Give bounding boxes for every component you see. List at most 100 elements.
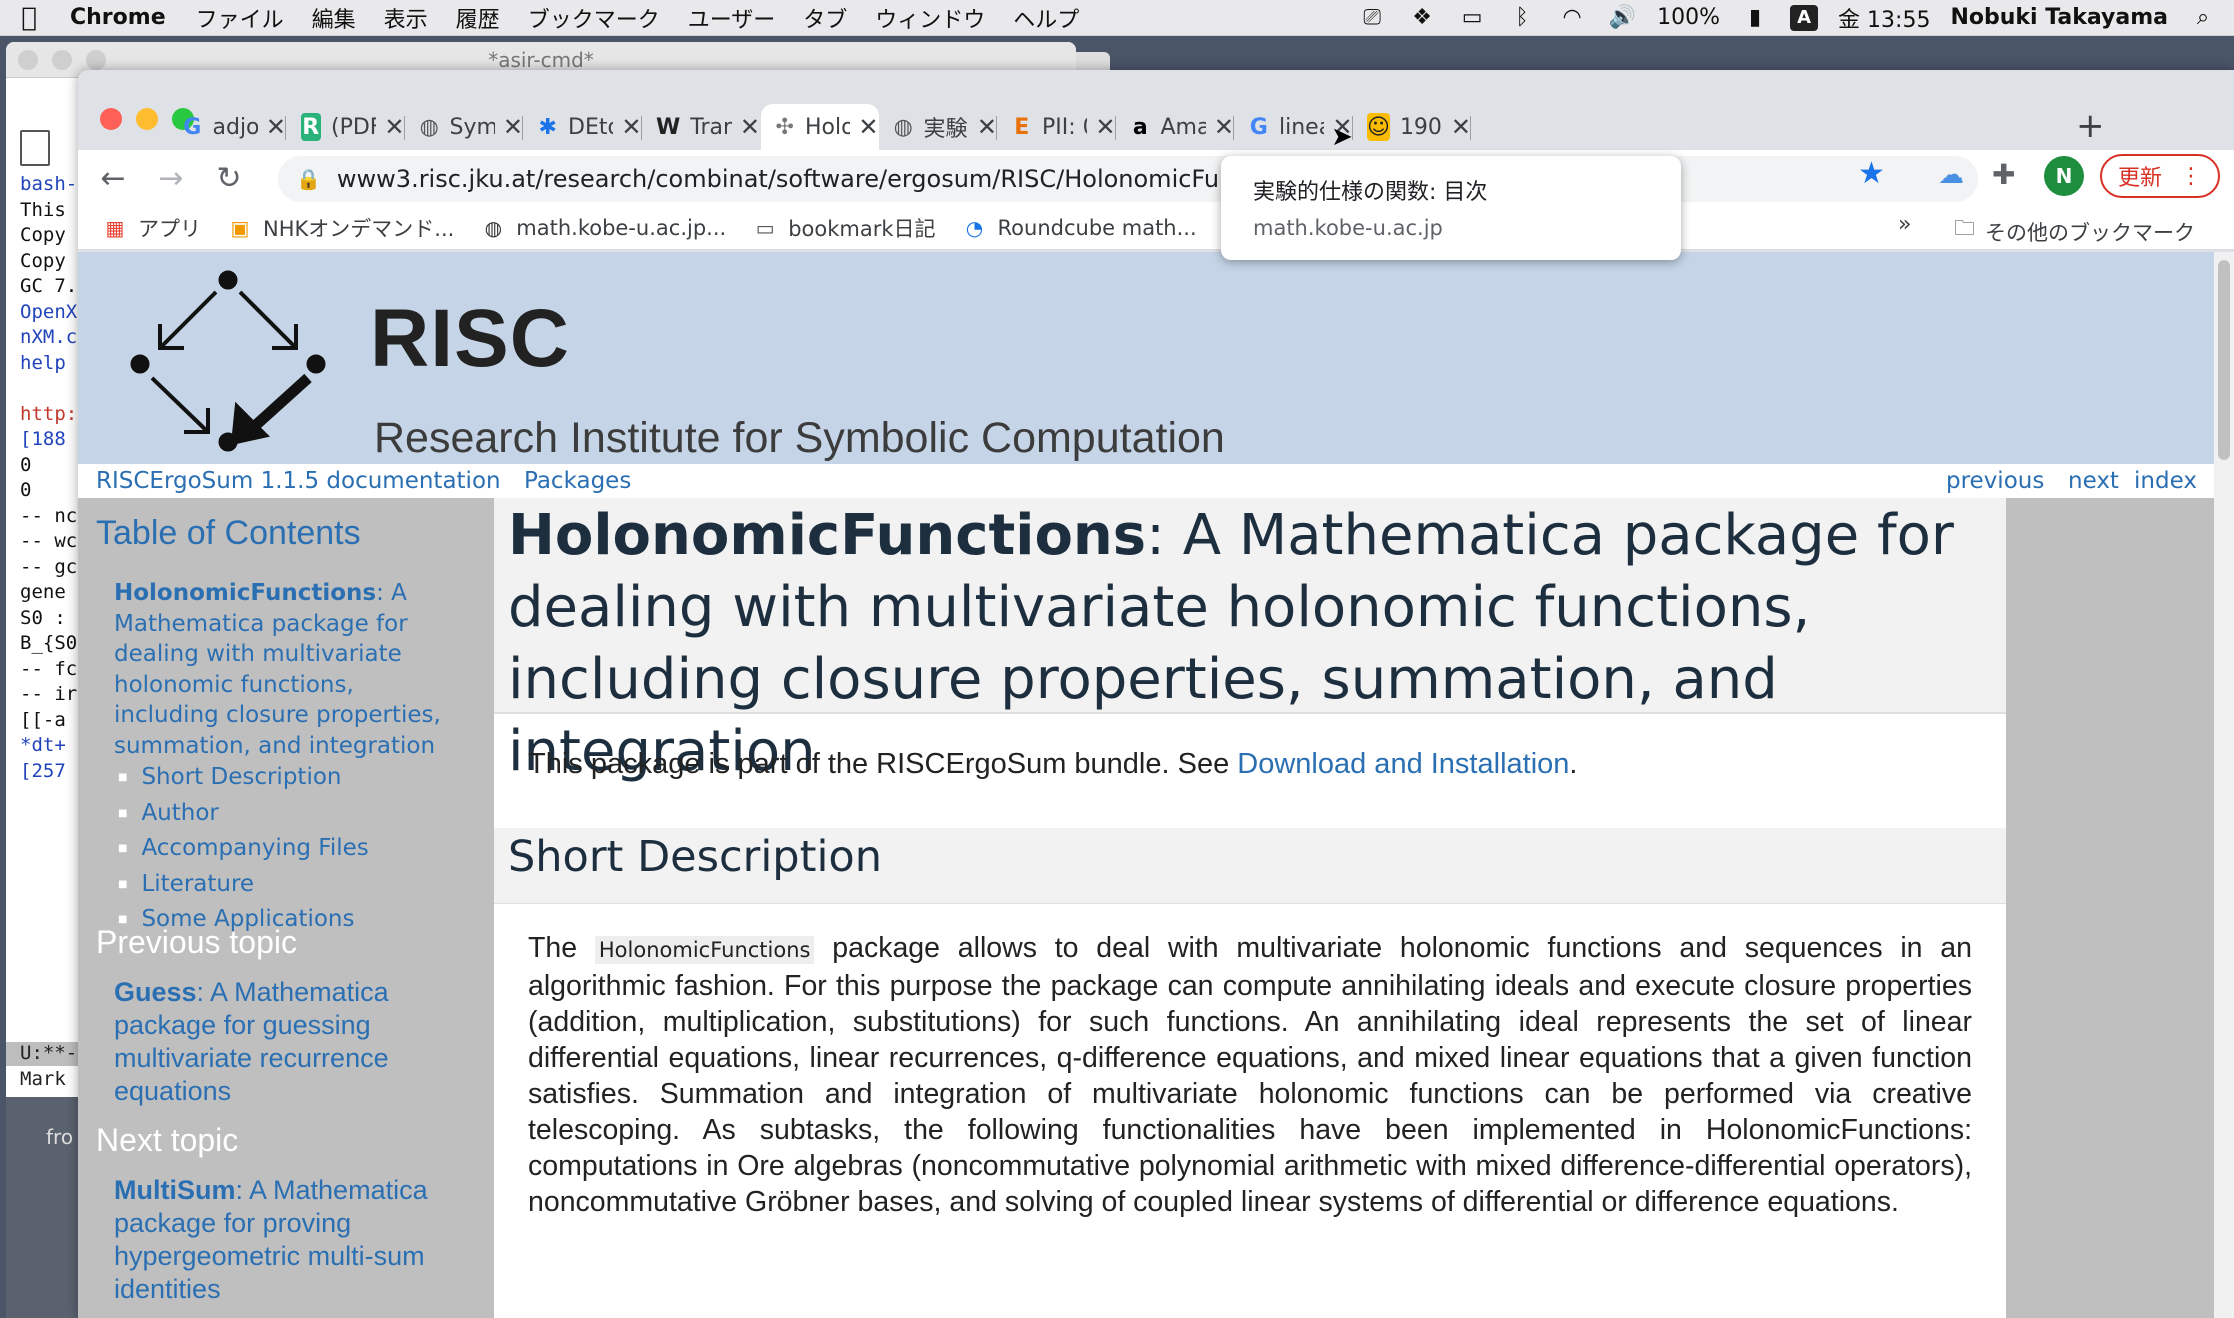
- battery-icon[interactable]: ▮: [1740, 5, 1770, 30]
- tab-10[interactable]: ☺ 1903 ✕: [1353, 104, 1471, 150]
- bookmark-4[interactable]: ◔ Roundcube math...: [962, 216, 1197, 240]
- toc-main-bold: HolonomicFunctions: [114, 580, 377, 606]
- update-button[interactable]: 更新 ⋮: [2100, 154, 2220, 198]
- description-paragraph: The HolonomicFunctions package allows to…: [528, 930, 1972, 1220]
- bookmark-1[interactable]: ▣ NHKオンデマンド...: [227, 213, 455, 243]
- new-tab-button[interactable]: +: [2076, 106, 2105, 146]
- bookmark-star-icon[interactable]: ★: [1858, 156, 1885, 191]
- previous-link[interactable]: previous: [1946, 468, 2044, 494]
- bookmark-2[interactable]: ◍ math.kobe-u.ac.jp...: [480, 216, 727, 240]
- scrollbar-thumb[interactable]: [2218, 260, 2230, 460]
- app-menu-chrome[interactable]: Chrome: [70, 5, 166, 30]
- previous-topic-heading: Previous topic: [96, 924, 297, 960]
- lock-icon[interactable]: 🔒: [296, 167, 321, 191]
- download-installation-link[interactable]: Download and Installation: [1237, 748, 1569, 780]
- menu-user[interactable]: ユーザー: [688, 2, 776, 34]
- bookmark-0[interactable]: ▦ アプリ: [102, 213, 201, 243]
- tab-close-icon[interactable]: ✕: [977, 113, 997, 141]
- terminal-line: 0: [20, 453, 32, 476]
- tab-8[interactable]: a Amaz ✕: [1116, 104, 1234, 150]
- back-button[interactable]: ←: [90, 155, 136, 201]
- tab-5[interactable]: ✣ Holon ✕: [760, 104, 879, 150]
- bluetooth-icon[interactable]: ᛒ: [1507, 5, 1537, 30]
- kebab-menu-icon[interactable]: ⋮: [2180, 164, 2202, 189]
- tab-close-icon[interactable]: ✕: [1451, 113, 1471, 141]
- display-icon[interactable]: ▭: [1457, 5, 1487, 30]
- emacs-minibuffer: Mark: [20, 1068, 66, 1090]
- dropbox-icon[interactable]: ❖: [1407, 5, 1437, 30]
- reload-button[interactable]: ↻: [206, 155, 252, 201]
- profile-avatar[interactable]: N: [2044, 156, 2084, 196]
- tab-close-icon[interactable]: ✕: [1095, 113, 1115, 141]
- menu-bookmarks[interactable]: ブックマーク: [528, 2, 660, 34]
- toc-item-literature[interactable]: Literature: [118, 869, 369, 905]
- terminal-line: *dt+: [20, 734, 66, 756]
- next-topic-link[interactable]: MultiSum: A Mathematica package for prov…: [114, 1174, 464, 1306]
- doc-home-link[interactable]: RISCErgoSum 1.1.5 documentation: [96, 468, 501, 494]
- extensions-puzzle-icon[interactable]: ✚: [1992, 158, 2015, 191]
- terminal-text[interactable]: bash- This Copy Copy GC 7. OpenX nXM.c help htt…: [6, 172, 86, 784]
- wifi-icon[interactable]: ◠: [1557, 5, 1587, 30]
- risc-logo-icon[interactable]: [128, 266, 328, 454]
- menu-history[interactable]: 履歴: [456, 2, 500, 34]
- menu-edit[interactable]: 編集: [312, 2, 356, 34]
- menu-tab[interactable]: タブ: [803, 2, 847, 34]
- next-link[interactable]: next: [2068, 468, 2119, 494]
- mouse-cursor-icon: ➤: [1331, 122, 1353, 152]
- terminal-line: GC 7.: [20, 275, 78, 297]
- input-method-icon[interactable]: A: [1790, 4, 1819, 31]
- tab-2[interactable]: ◍ Symb ✕: [405, 104, 523, 150]
- tab-close-icon[interactable]: ✕: [266, 113, 286, 141]
- packages-link[interactable]: Packages: [524, 468, 631, 494]
- menu-help[interactable]: ヘルプ: [1013, 2, 1079, 34]
- forward-button[interactable]: →: [148, 155, 194, 201]
- url-text[interactable]: www3.risc.jku.at/research/combinat/softw…: [337, 165, 1278, 193]
- apple-icon[interactable]: : [4, 3, 54, 33]
- sidebar: Table of Contents HolonomicFunctions: A …: [78, 498, 494, 1318]
- index-link[interactable]: index: [2134, 468, 2197, 494]
- tab-6[interactable]: ◍ 実験的 ✕: [879, 104, 997, 150]
- tab-3[interactable]: ✱ DEto ✕: [524, 104, 642, 150]
- spotlight-search-icon[interactable]: ⌕: [2188, 5, 2218, 30]
- document-icon[interactable]: [20, 130, 50, 166]
- address-bar[interactable]: 🔒 www3.risc.jku.at/research/combinat/sof…: [278, 156, 1978, 202]
- menu-view[interactable]: 表示: [384, 2, 428, 34]
- menu-window[interactable]: ウィンドウ: [875, 2, 985, 34]
- toc-item-author[interactable]: Author: [118, 798, 369, 834]
- tab-close-icon[interactable]: ✕: [503, 113, 523, 141]
- cloud-extension-icon[interactable]: ☁: [1938, 160, 1964, 190]
- page-scrollbar[interactable]: [2214, 252, 2234, 1318]
- menu-file[interactable]: ファイル: [196, 2, 284, 34]
- screen-record-icon[interactable]: ⎚: [1357, 5, 1387, 30]
- terminal-line: B_{S0: [20, 632, 78, 654]
- para-start: The: [528, 932, 595, 964]
- bookmark-icon: ▦: [105, 215, 125, 240]
- tab-1[interactable]: R (PDF) ✕: [287, 104, 405, 150]
- tab-0[interactable]: Gadjoin ✕: [168, 104, 286, 150]
- web-page: RISC Research Institute for Symbolic Com…: [78, 252, 2234, 1318]
- close-window-button[interactable]: [100, 108, 122, 130]
- other-bookmarks-folder[interactable]: 🗀 その他のブックマーク: [1954, 214, 2195, 249]
- toc-item-short-description[interactable]: Short Description: [118, 762, 369, 798]
- toc-main-link[interactable]: HolonomicFunctions: A Mathematica packag…: [114, 578, 464, 761]
- tab-7[interactable]: E PII: 0 ✕: [998, 104, 1116, 150]
- toc-item-accompanying-files[interactable]: Accompanying Files: [118, 833, 368, 869]
- bookmarks-overflow-button[interactable]: »: [1898, 212, 1911, 237]
- tab-favicon-icon: ◍: [419, 114, 439, 140]
- minimize-window-button[interactable]: [136, 108, 158, 130]
- clock[interactable]: 金 13:55: [1838, 2, 1930, 34]
- user-name[interactable]: Nobuki Takayama: [1950, 5, 2168, 30]
- terminal-line: Copy: [20, 249, 66, 272]
- prev-bold: Guess: [114, 977, 197, 1007]
- tab-close-icon[interactable]: ✕: [1214, 113, 1234, 141]
- tab-close-icon[interactable]: ✕: [740, 113, 760, 141]
- previous-topic-link[interactable]: Guess: A Mathematica package for guessin…: [114, 976, 464, 1108]
- update-label: 更新: [2117, 166, 2162, 191]
- volume-icon[interactable]: 🔊: [1607, 5, 1637, 30]
- tab-4[interactable]: W Trans ✕: [642, 104, 760, 150]
- risc-header: RISC Research Institute for Symbolic Com…: [78, 252, 2214, 464]
- bookmark-3[interactable]: ▭ bookmark日記: [752, 213, 936, 243]
- tab-close-icon[interactable]: ✕: [858, 113, 878, 141]
- tab-close-icon[interactable]: ✕: [384, 113, 404, 141]
- tab-close-icon[interactable]: ✕: [621, 113, 641, 141]
